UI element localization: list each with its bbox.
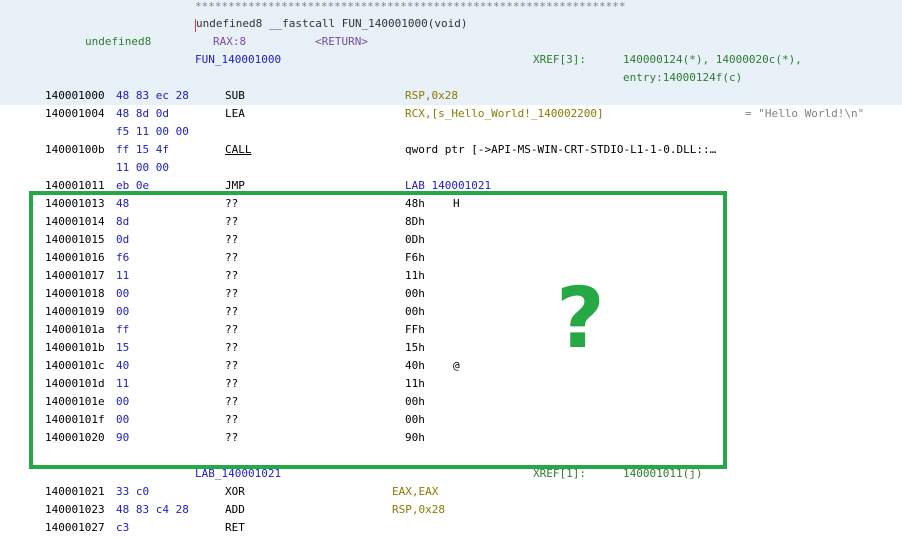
separator-stars: ****************************************… [195,0,626,13]
bytes-continuation: f5 11 00 00 [116,125,189,138]
return-type[interactable]: undefined8 [85,33,151,51]
xref-list[interactable]: 140000124(*), 14000020c(*), [623,51,802,69]
address: 140001004 [45,107,105,120]
address: 14000100b [45,143,105,156]
address: 140001000 [45,89,105,102]
function-signature[interactable]: undefined8 __fastcall FUN_140001000(void… [196,15,468,33]
mnemonic[interactable]: XOR [225,483,245,501]
mnemonic[interactable]: LEA [225,105,245,123]
highlight-box [29,191,727,469]
mnemonic[interactable]: CALL [225,141,252,159]
address: 140001027 [45,521,105,534]
bytes: 48 83 c4 28 [116,503,189,516]
bytes: 48 83 ec 28 [116,89,189,102]
xref-label: XREF[3]: [533,53,586,66]
return-register[interactable]: RAX:8 [213,33,246,51]
return-label[interactable]: <RETURN> [315,33,368,51]
address: 140001021 [45,485,105,498]
operands[interactable]: RSP,0x28 [405,87,458,105]
operands[interactable]: qword ptr [->API-MS-WIN-CRT-STDIO-L1-1-0… [405,141,716,159]
bytes: ff 15 4f [116,143,169,156]
question-mark: ? [556,269,605,367]
text-cursor [195,19,196,32]
function-label[interactable]: FUN_140001000 [195,51,281,69]
address: 140001023 [45,503,105,516]
string-comment: = "Hello World!\n" [745,107,865,120]
mnemonic[interactable]: SUB [225,87,245,105]
xref-entry[interactable]: entry:14000124f(c) [623,69,742,87]
mnemonic[interactable]: RET [225,519,245,537]
operands[interactable]: RSP,0x28 [392,501,445,519]
operands[interactable]: RCX,[s_Hello_World!_140002200] [405,105,604,123]
mnemonic[interactable]: ADD [225,501,245,519]
bytes: c3 [116,521,130,534]
bytes-continuation: 11 00 00 [116,161,169,174]
operands[interactable]: EAX,EAX [392,483,438,501]
bytes: 48 8d 0d [116,107,169,120]
bytes: 33 c0 [116,485,150,498]
